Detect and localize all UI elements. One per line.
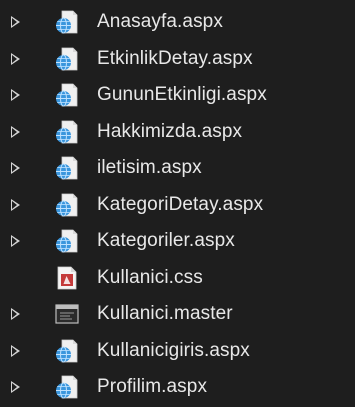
tree-item-iletisim[interactable]: iletisim.aspx <box>0 150 355 187</box>
tree-item-label: Kullanicigiris.aspx <box>97 339 250 361</box>
aspx-web-file-icon <box>56 156 78 180</box>
aspx-web-file-icon <box>56 47 78 71</box>
tree-item-etkinlikdetay[interactable]: EtkinlikDetay.aspx <box>0 41 355 78</box>
expand-chevron-icon[interactable] <box>11 162 20 175</box>
tree-item-label: Kullanici.master <box>97 303 233 325</box>
tree-item-label: Kullanici.css <box>97 266 203 288</box>
aspx-web-file-icon <box>56 339 78 363</box>
tree-item-kullanicigiris[interactable]: Kullanicigiris.aspx <box>0 333 355 370</box>
css-file-icon <box>57 266 77 290</box>
aspx-web-file-icon <box>56 10 78 34</box>
tree-item-label: GununEtkinligi.aspx <box>97 84 267 106</box>
expand-chevron-icon[interactable] <box>11 235 20 248</box>
master-page-icon <box>55 304 79 324</box>
aspx-web-file-icon <box>56 120 78 144</box>
tree-item-gununetkinligi[interactable]: GununEtkinligi.aspx <box>0 77 355 114</box>
tree-item-profilim[interactable]: Profilim.aspx <box>0 369 355 406</box>
solution-explorer-tree: Anasayfa.aspx EtkinlikDetay.aspx GununEt… <box>0 0 355 407</box>
tree-item-kullanici-master[interactable]: Kullanici.master <box>0 296 355 333</box>
expand-chevron-icon[interactable] <box>11 198 20 211</box>
aspx-web-file-icon <box>56 375 78 399</box>
tree-item-kategoriler[interactable]: Kategoriler.aspx <box>0 223 355 260</box>
expand-chevron-icon[interactable] <box>11 89 20 102</box>
tree-item-label: Kategoriler.aspx <box>97 230 235 252</box>
tree-item-label: Anasayfa.aspx <box>97 11 223 33</box>
expand-chevron-icon[interactable] <box>11 16 20 29</box>
tree-item-label: KategoriDetay.aspx <box>97 193 264 215</box>
tree-item-hakkimizda[interactable]: Hakkimizda.aspx <box>0 114 355 151</box>
tree-item-label: Profilim.aspx <box>97 376 208 398</box>
aspx-web-file-icon <box>56 229 78 253</box>
tree-item-kategoridetay[interactable]: KategoriDetay.aspx <box>0 187 355 224</box>
aspx-web-file-icon <box>56 83 78 107</box>
expand-chevron-icon[interactable] <box>11 52 20 65</box>
tree-item-anasayfa[interactable]: Anasayfa.aspx <box>0 4 355 41</box>
expand-chevron-icon[interactable] <box>11 381 20 394</box>
expand-chevron-icon[interactable] <box>11 344 20 357</box>
tree-item-label: iletisim.aspx <box>97 157 202 179</box>
tree-item-label: EtkinlikDetay.aspx <box>97 47 253 69</box>
aspx-web-file-icon <box>56 193 78 217</box>
expand-chevron-icon[interactable] <box>11 308 20 321</box>
tree-item-label: Hakkimizda.aspx <box>97 120 243 142</box>
expand-chevron-icon[interactable] <box>11 125 20 138</box>
tree-item-kullanici-css[interactable]: Kullanici.css <box>0 260 355 297</box>
